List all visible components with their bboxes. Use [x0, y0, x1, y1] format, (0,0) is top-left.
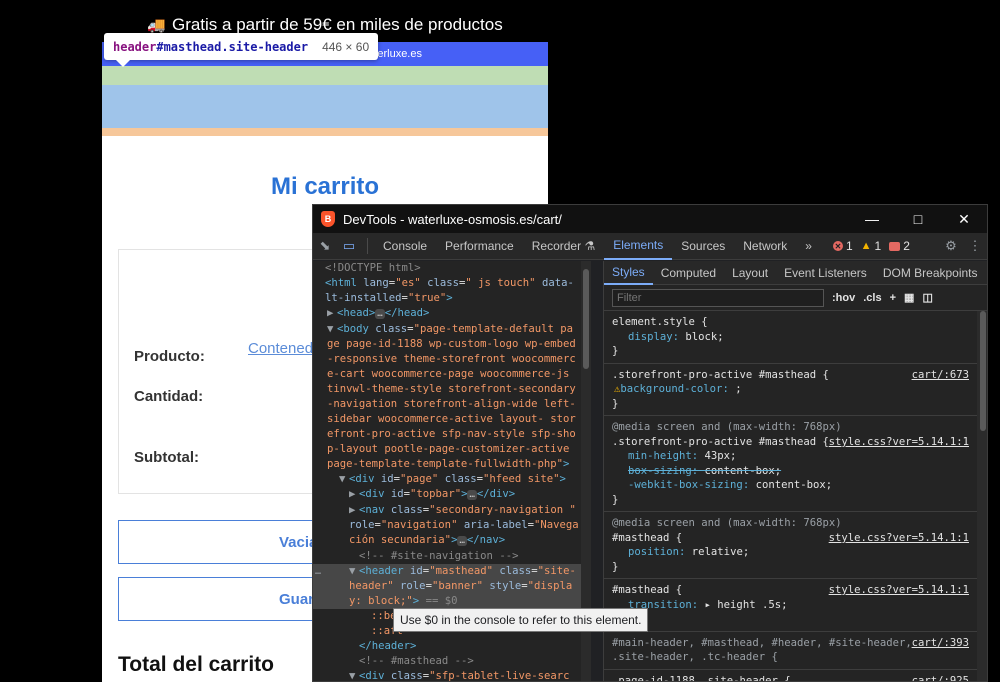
rule-source-link[interactable]: style.css?ver=5.14.1:1 — [829, 583, 969, 598]
tab-sources[interactable]: Sources — [672, 233, 734, 260]
dom-line[interactable]: ▶ <nav class="secondary-navigation " role… — [313, 503, 591, 549]
dom-line[interactable]: </header> — [313, 639, 591, 654]
more-icon: … — [315, 566, 322, 577]
dollar-zero-tooltip: Use $0 in the console to refer to this e… — [393, 608, 649, 632]
inspect-tag: header — [113, 39, 157, 54]
inspect-selector: #masthead.site-header — [156, 39, 309, 54]
header-padding-highlight — [102, 66, 548, 85]
dom-line[interactable]: ▼ <div id="page" class="hfeed site"> — [313, 472, 591, 487]
expand-triangle-icon: ▶ — [349, 504, 356, 516]
devtools-window: B DevTools - waterluxe-osmosis.es/cart/ … — [312, 204, 988, 682]
issues-count: 2 — [903, 239, 910, 253]
cart-totals-title: Total del carrito — [118, 653, 274, 676]
css-rule[interactable]: @media screen and (max-width: 768px) sty… — [604, 512, 987, 579]
header-margin-highlight — [102, 128, 548, 136]
inspect-dimensions: 446 × 60 — [322, 39, 370, 54]
css-rule[interactable]: cart/:393 #main-header, #masthead, #head… — [604, 632, 987, 670]
tab-console[interactable]: Console — [374, 233, 436, 260]
rule-source-link[interactable]: style.css?ver=5.14.1:1 — [829, 435, 969, 450]
tab-computed[interactable]: Computed — [653, 261, 724, 285]
devtools-toolbar: ⬊ ▭ Console Performance Recorder ⚗ Eleme… — [313, 233, 987, 260]
collapse-triangle-icon: ▼ — [327, 323, 334, 335]
collapse-triangle-icon: ▼ — [349, 670, 356, 682]
add-rule-icon[interactable]: + — [890, 292, 896, 304]
product-link[interactable]: Contened — [248, 340, 313, 357]
styles-subtabs: Styles Computed Layout Event Listeners D… — [604, 261, 987, 285]
tab-network[interactable]: Network — [734, 233, 796, 260]
collapse-triangle-icon: ▼ — [339, 473, 346, 485]
warning-count: 1 — [874, 239, 882, 253]
scrollbar-thumb[interactable] — [980, 311, 986, 431]
tab-recorder[interactable]: Recorder ⚗ — [523, 233, 604, 260]
dom-line[interactable]: ▶ <div id="topbar">… </div> — [313, 487, 591, 503]
devtools-titlebar[interactable]: B DevTools - waterluxe-osmosis.es/cart/ … — [313, 205, 987, 233]
tab-event-listeners[interactable]: Event Listeners — [776, 261, 875, 285]
error-count: 1 — [845, 239, 853, 253]
rule-source-link[interactable]: cart/:925 — [912, 674, 969, 682]
tab-performance[interactable]: Performance — [436, 233, 523, 260]
styles-filter-input[interactable] — [612, 288, 824, 307]
hov-toggle[interactable]: :hov — [832, 292, 855, 304]
inspect-tooltip: header #masthead.site-header 446 × 60 — [104, 33, 379, 67]
expand-triangle-icon: ▶ — [349, 488, 356, 500]
error-icon: ✕ — [832, 241, 843, 251]
truck-icon: 🚚 — [147, 16, 166, 34]
styles-filter-row: :hov .cls + ▦ ◫ — [604, 285, 987, 311]
toggle-sidebar-icon[interactable]: ◫ — [922, 291, 932, 304]
header-content-highlight — [102, 85, 548, 128]
dom-line[interactable]: <!DOCTYPE html> — [313, 261, 591, 276]
cantidad-label: Cantidad: — [134, 388, 204, 405]
dom-line[interactable]: <!-- #site-navigation --> — [313, 549, 591, 564]
expand-triangle-icon: ▶ — [327, 307, 334, 319]
rendering-icon[interactable]: ▦ — [904, 291, 914, 304]
scrollbar-thumb[interactable] — [583, 269, 589, 369]
rule-source-link[interactable]: cart/:393 — [912, 636, 969, 651]
tab-recorder-label: Recorder — [531, 239, 582, 253]
warning-icon: ▲ — [860, 240, 872, 252]
inspect-element-icon[interactable]: ⬊ — [313, 233, 337, 260]
close-icon[interactable]: ✕ — [941, 205, 987, 233]
toolbar-divider — [367, 238, 368, 254]
issues-icon — [889, 241, 901, 251]
more-tabs-icon[interactable]: » — [796, 233, 821, 260]
flask-icon: ⚗ — [584, 239, 596, 253]
device-toolbar-icon[interactable]: ▭ — [337, 233, 361, 260]
minimize-icon[interactable]: — — [849, 205, 895, 233]
css-rule[interactable]: cart/:673 .storefront-pro-active #masthe… — [604, 364, 987, 416]
dom-line[interactable]: <html lang="es" class=" js touch" data-l… — [313, 276, 591, 306]
dom-line[interactable]: <!-- #masthead --> — [313, 654, 591, 669]
producto-label: Producto: — [134, 348, 205, 365]
more-subtabs-icon[interactable]: » — [986, 261, 987, 285]
dom-line[interactable]: ▼ <body class="page-template-default page… — [313, 322, 591, 472]
settings-gear-icon[interactable]: ⚙ — [939, 233, 963, 260]
css-rule[interactable]: style.css?ver=5.14.1:1 #masthead { trans… — [604, 579, 987, 632]
rule-source-link[interactable]: cart/:673 — [912, 368, 969, 383]
styles-scrollbar[interactable] — [977, 311, 987, 681]
tab-dom-breakpoints[interactable]: DOM Breakpoints — [875, 261, 986, 285]
tab-styles[interactable]: Styles — [604, 261, 653, 285]
tab-layout[interactable]: Layout — [724, 261, 776, 285]
rule-source-link[interactable]: style.css?ver=5.14.1:1 — [829, 531, 969, 546]
cls-toggle[interactable]: .cls — [863, 292, 881, 304]
css-rule[interactable]: element.style { display: block; } — [604, 311, 987, 364]
dom-line-selected[interactable]: … ▼ <header id="masthead" class="site-head… — [313, 564, 591, 609]
window-title: DevTools - waterluxe-osmosis.es/cart/ — [343, 211, 562, 227]
dom-line[interactable]: ▼<div class="sfp-tablet-live-search"> — [313, 669, 591, 682]
styles-pane: Styles Computed Layout Event Listeners D… — [603, 261, 987, 682]
more-options-icon[interactable]: ⋮ — [963, 233, 987, 260]
css-rule[interactable]: cart/:925 .page-id-1188 .site-header { m… — [604, 670, 987, 682]
subtotal-label: Subtotal: — [134, 449, 199, 466]
page-title: Mi carrito — [270, 173, 380, 200]
topbar-text: Gratis a partir de 59€ en miles de produ… — [171, 14, 503, 34]
tab-elements[interactable]: Elements — [604, 233, 673, 260]
brave-logo-icon: B — [321, 211, 335, 227]
css-rule[interactable]: @media screen and (max-width: 768px) sty… — [604, 416, 987, 512]
issue-counters[interactable]: ✕ 1 ▲ 1 2 — [832, 239, 910, 253]
maximize-icon[interactable]: □ — [895, 205, 941, 233]
collapse-triangle-icon: ▼ — [349, 565, 356, 577]
dom-line[interactable]: ▶ <head>… </head> — [313, 306, 591, 322]
